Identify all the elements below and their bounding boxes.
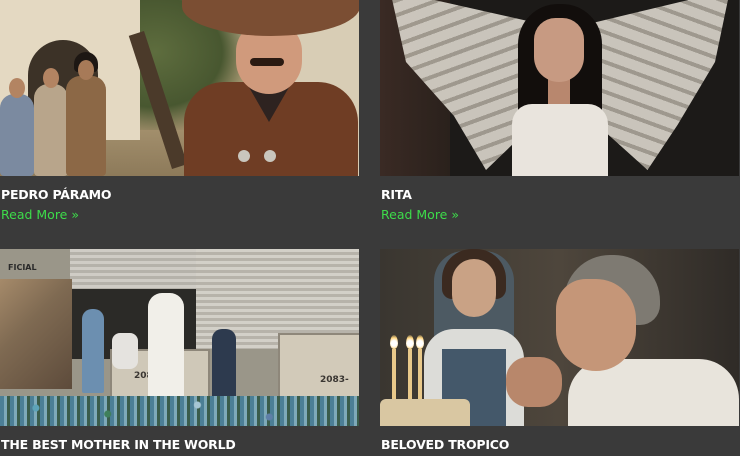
film-thumbnail-rita[interactable]	[380, 0, 739, 176]
candle	[418, 349, 422, 399]
film-card-pedro-paramo: PEDRO PÁRAMO Read More »	[0, 0, 359, 222]
face	[556, 279, 636, 371]
face	[452, 259, 496, 317]
read-more-link[interactable]: Read More »	[381, 207, 739, 222]
jacket-button	[238, 150, 250, 162]
white-top	[512, 104, 608, 176]
film-card-rita: RITA Read More »	[380, 0, 739, 222]
head	[9, 78, 25, 98]
film-title[interactable]: THE BEST MOTHER IN THE WORLD	[1, 438, 359, 452]
candle	[408, 349, 412, 399]
candle-flame	[406, 335, 414, 349]
candle-flame	[390, 335, 398, 349]
candle-flame	[416, 335, 424, 349]
plastic-bags	[112, 333, 138, 369]
film-title[interactable]: PEDRO PÁRAMO	[1, 188, 359, 202]
cardboard-pile	[0, 279, 72, 389]
jacket-button	[264, 150, 276, 162]
mustache	[250, 58, 284, 66]
head	[43, 68, 59, 88]
read-more-link[interactable]: Read More »	[1, 207, 359, 222]
clasped-hands	[506, 357, 562, 407]
roll-shutter	[70, 249, 196, 289]
crushed-cans	[0, 396, 359, 426]
film-thumbnail-beloved-tropico[interactable]	[380, 249, 739, 426]
film-card-best-mother: FICIAL 208 2083- THE BEST MOTHER IN THE …	[0, 249, 359, 452]
woman-figure	[34, 84, 68, 176]
recycling-bin	[278, 333, 359, 405]
woman-figure	[0, 94, 34, 176]
film-thumbnail-pedro-paramo[interactable]	[0, 0, 359, 176]
film-title[interactable]: RITA	[381, 188, 739, 202]
wall-sign: FICIAL	[8, 263, 37, 272]
child-figure	[82, 309, 104, 393]
head	[78, 60, 94, 80]
film-card-beloved-tropico: BELOVED TROPICO	[380, 249, 739, 452]
birthday-cake	[380, 399, 470, 426]
bin-label: 2083-	[320, 375, 349, 385]
film-grid: PEDRO PÁRAMO Read More » RITA Read More …	[0, 0, 740, 456]
film-thumbnail-best-mother[interactable]: FICIAL 208 2083-	[0, 249, 359, 426]
face	[534, 18, 584, 82]
candle	[392, 349, 396, 399]
woman-figure	[66, 76, 106, 176]
film-title[interactable]: BELOVED TROPICO	[381, 438, 739, 452]
woman-figure	[148, 293, 184, 401]
